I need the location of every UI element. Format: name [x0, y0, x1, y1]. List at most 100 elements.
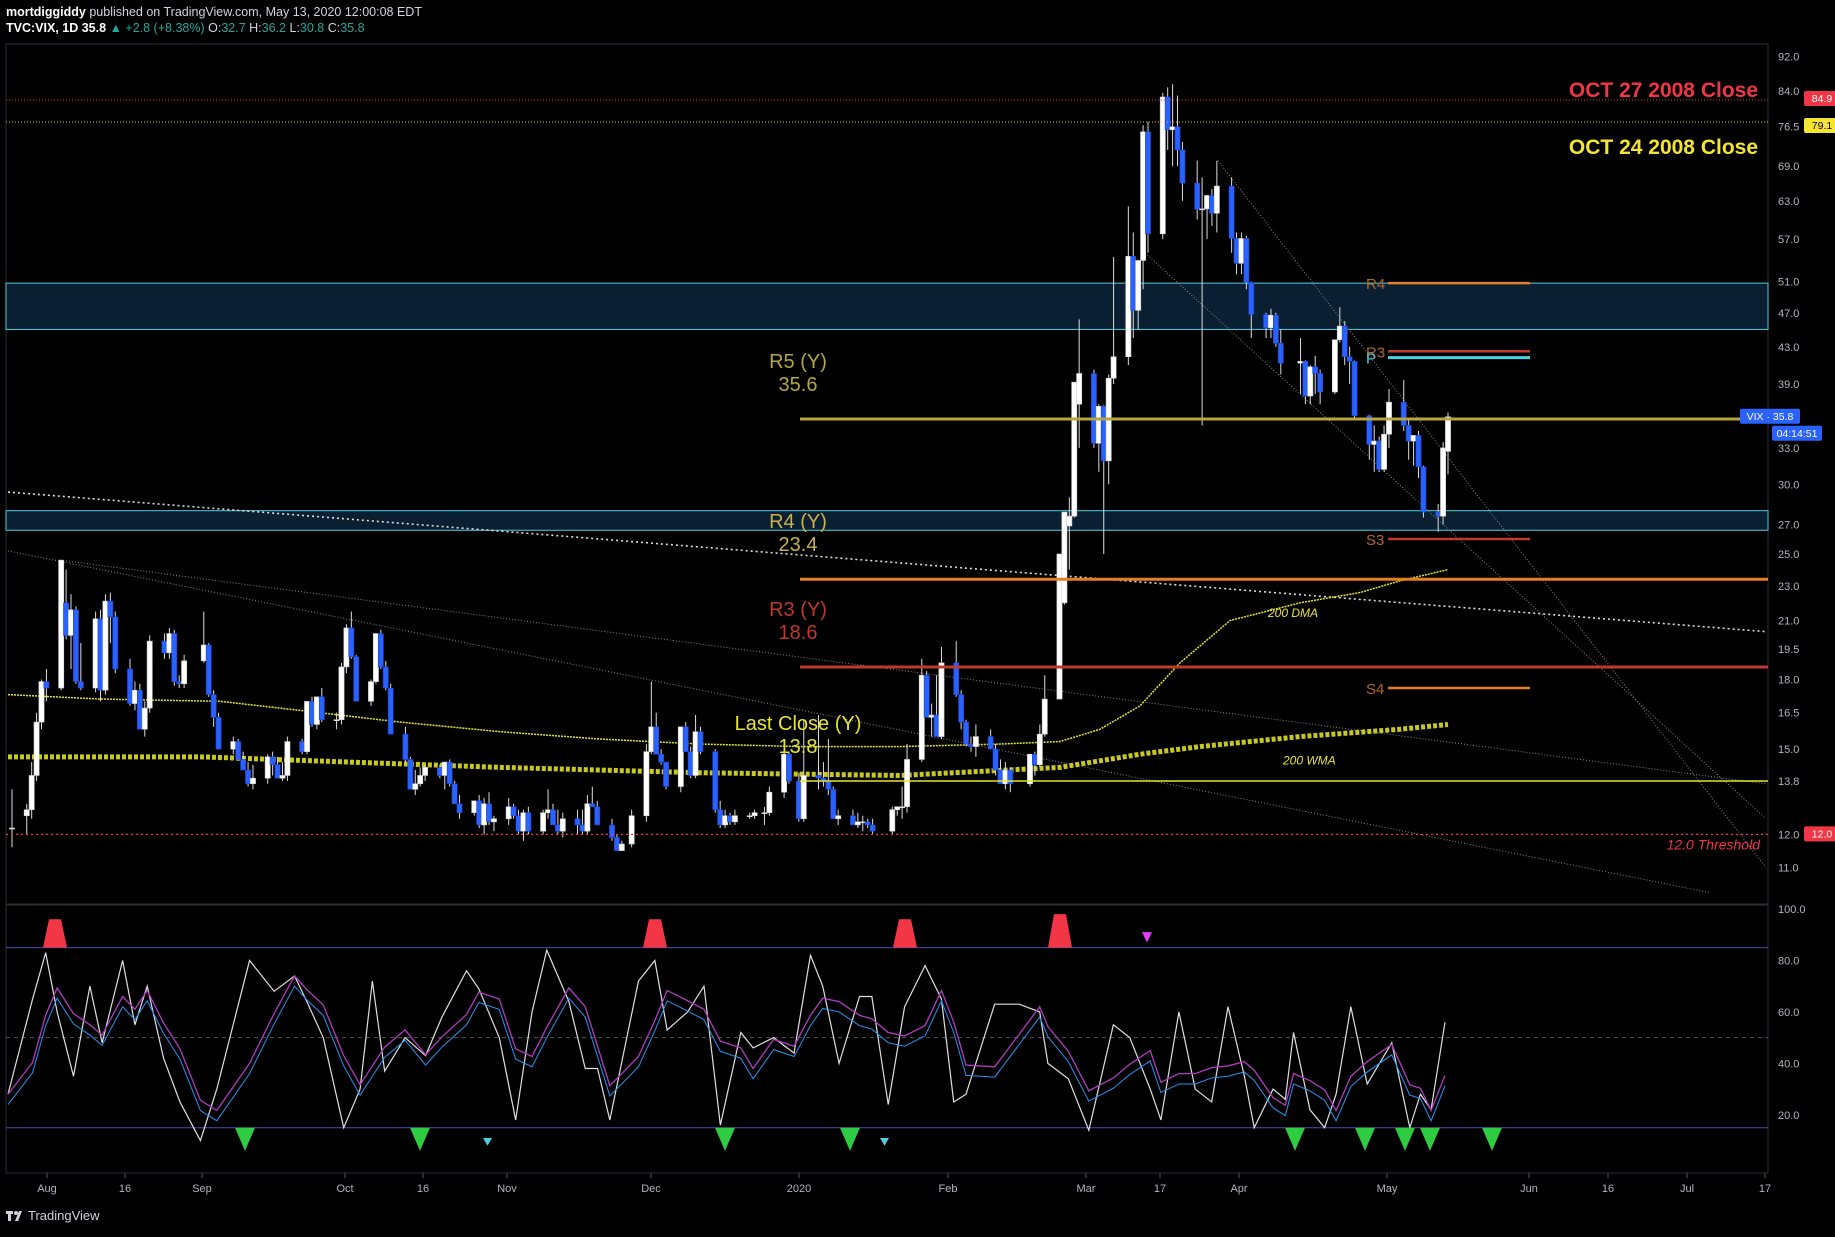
level-value-2: 18.6: [779, 622, 818, 644]
x-tick: Feb: [939, 1183, 958, 1195]
candle-body: [299, 741, 306, 752]
candle-body: [525, 812, 532, 832]
candle-body: [1091, 373, 1097, 444]
candle-body: [407, 759, 414, 790]
candle-body: [594, 806, 601, 826]
candle: [284, 736, 291, 781]
candle-body: [382, 666, 389, 689]
candle-body: [859, 821, 866, 824]
candle-body: [1272, 314, 1279, 344]
candle-body: [963, 721, 969, 745]
level-value-1: 23.4: [779, 534, 818, 556]
candle-body: [540, 812, 547, 832]
level-name-3: Last Close (Y): [735, 713, 862, 735]
vix-chart[interactable]: OCT 27 2008 Close OCT 24 2008 Close 200 DM…: [0, 0, 1835, 1237]
candle-body: [992, 748, 999, 771]
level-name-0: R5 (Y): [769, 351, 827, 373]
candle-body: [161, 640, 168, 654]
candle-body: [1376, 440, 1383, 470]
candle-body: [958, 694, 965, 723]
candle-body: [554, 824, 561, 832]
candle-body: [141, 707, 148, 730]
x-tick: 17: [1759, 1183, 1771, 1195]
candle-body: [136, 689, 143, 730]
candle: [314, 696, 320, 730]
y-tick: 23.0: [1778, 581, 1799, 593]
y-tick: 76.5: [1778, 122, 1799, 134]
candle: [309, 696, 315, 727]
x-tick: 2020: [787, 1183, 811, 1195]
candle-body: [899, 806, 906, 809]
candle-body: [97, 618, 104, 691]
candle-body: [800, 775, 807, 820]
candle-body: [1351, 360, 1358, 417]
candle: [1159, 92, 1166, 240]
candle-body: [618, 843, 625, 851]
candle-body: [786, 753, 792, 782]
candle-body: [1331, 339, 1338, 393]
osc-y-tick: 60.0: [1778, 1007, 1799, 1019]
pivot-label-S4: S4: [1366, 681, 1384, 698]
candle-body: [835, 815, 842, 820]
candle: [136, 683, 143, 730]
candle-body: [559, 818, 566, 832]
candle-body: [1174, 126, 1181, 151]
candle: [446, 759, 453, 787]
candle-body: [1140, 131, 1146, 261]
y-tick: 18.0: [1778, 674, 1799, 686]
candle-body: [200, 644, 207, 662]
candle-body: [761, 812, 768, 814]
candle-body: [894, 806, 901, 810]
pivot-label-P: P: [1366, 351, 1376, 368]
candle-body: [505, 806, 512, 820]
candle-body: [1204, 195, 1210, 210]
candle-body: [304, 700, 310, 752]
candle-body: [127, 668, 133, 704]
candle-body: [1420, 466, 1427, 513]
candle-body: [1061, 511, 1068, 604]
osc-y-tick: 100.0: [1778, 904, 1806, 916]
candle-body: [269, 756, 276, 766]
candle-body: [1125, 255, 1132, 358]
candle-body: [889, 809, 896, 832]
candle-body: [1076, 373, 1083, 405]
candle-body: [446, 761, 453, 785]
x-tick: Sep: [192, 1183, 212, 1195]
candle-body: [240, 759, 247, 771]
candle-body: [1100, 405, 1107, 462]
candle-body: [781, 753, 787, 793]
candle-body: [864, 821, 871, 826]
level-name-1: R4 (Y): [769, 511, 827, 533]
candle-body: [412, 783, 419, 790]
candle-body: [402, 733, 409, 760]
candle: [146, 635, 153, 713]
candle-body: [387, 687, 394, 735]
candle-body: [491, 818, 497, 823]
candle-body: [515, 815, 522, 832]
candle-body: [417, 775, 424, 785]
candle: [830, 786, 837, 820]
candle-body: [869, 824, 876, 832]
annotation-2: 200 DMA: [1267, 606, 1318, 620]
candle-body: [766, 791, 773, 813]
candle-body: [73, 609, 79, 682]
candle: [1071, 381, 1078, 518]
candle-body: [613, 837, 620, 851]
candle-body: [1381, 433, 1387, 470]
candle-body: [441, 761, 448, 776]
footer-brand[interactable]: TradingView: [6, 1208, 100, 1223]
candle: [1376, 436, 1383, 472]
candle-body: [722, 815, 728, 826]
candle-body: [471, 800, 478, 813]
zone-0: [5, 282, 1769, 330]
candle-body: [850, 815, 856, 826]
candle-body: [1445, 416, 1451, 452]
candle-body: [589, 803, 596, 808]
candle-body: [58, 559, 65, 689]
price-badge-text-0: VIX · 35.8: [1747, 411, 1794, 423]
candle: [889, 806, 896, 835]
candle-body: [166, 633, 173, 654]
candle-body: [658, 753, 665, 763]
x-tick: Jun: [1520, 1183, 1538, 1195]
footer-brand-label: TradingView: [28, 1208, 100, 1223]
